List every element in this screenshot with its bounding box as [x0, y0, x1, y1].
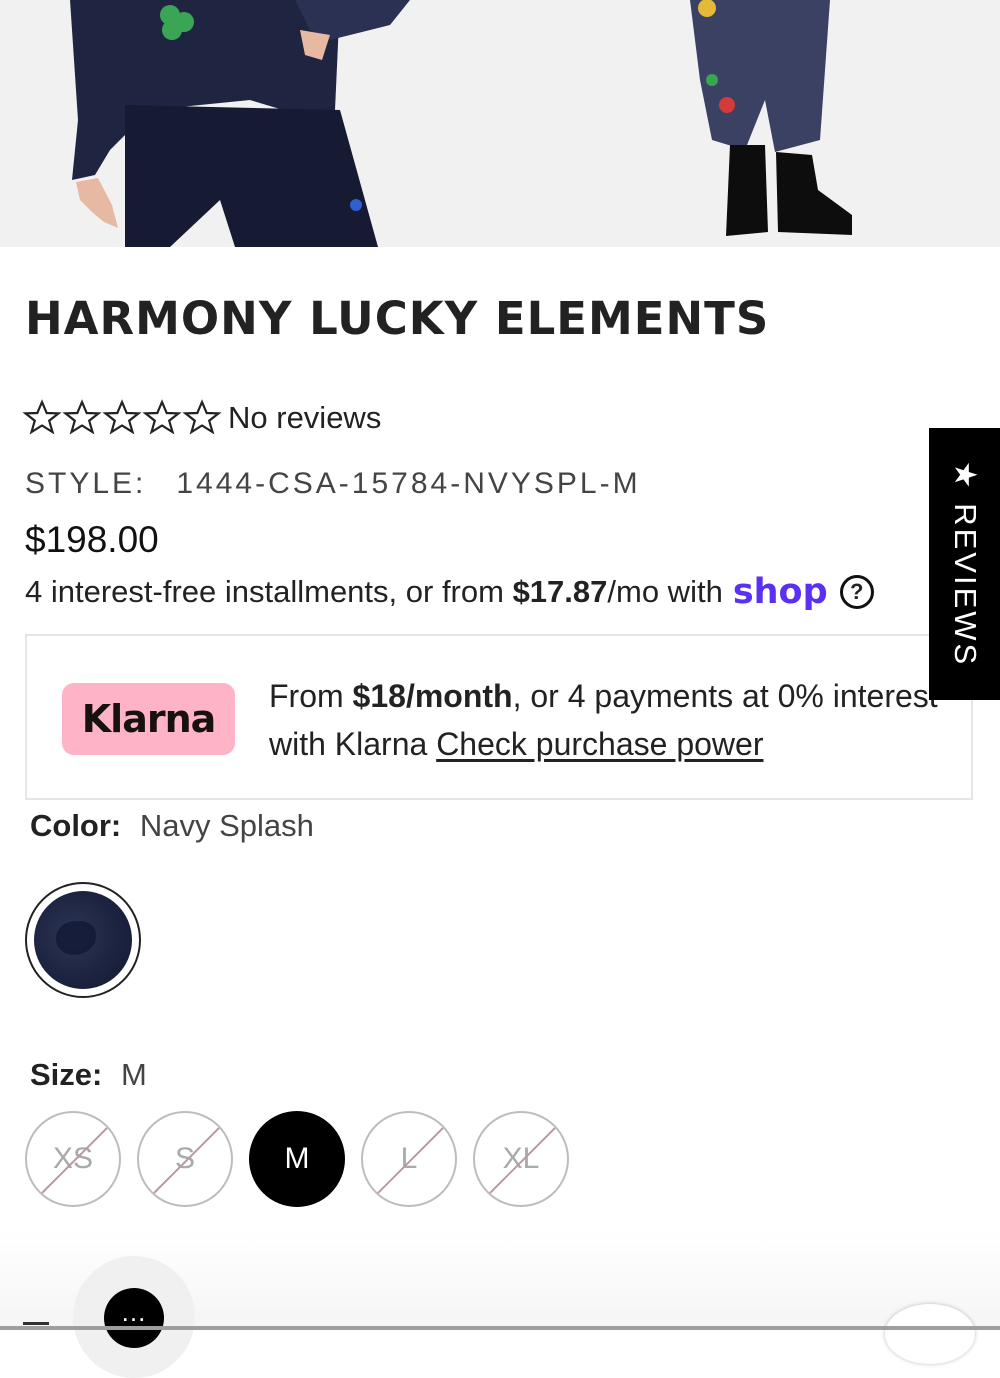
product-title: HARMONY LUCKY ELEMENTS: [25, 292, 770, 345]
shop-pay-installments: 4 interest-free installments, or from $1…: [25, 572, 874, 612]
size-option-m[interactable]: M: [249, 1111, 345, 1207]
style-value: 1444-CSA-15784-NVYSPL-M: [176, 467, 641, 500]
klarna-promo: Klarna From $18/month, or 4 payments at …: [25, 634, 973, 800]
klarna-text-pre: From: [269, 678, 353, 714]
reviews-tab-label: ★ REVIEWS: [947, 460, 983, 668]
swatch-image: [34, 891, 132, 989]
size-option-s[interactable]: S: [137, 1111, 233, 1207]
star-icon: [22, 399, 62, 435]
size-selector-label: Size: M: [30, 1057, 147, 1093]
star-icon: [182, 399, 222, 435]
color-label: Color:: [30, 808, 122, 843]
size-label: Size:: [30, 1057, 103, 1092]
klarna-amount: $18/month: [352, 678, 513, 714]
star-icon: [102, 399, 142, 435]
color-selector-label: Color: Navy Splash: [30, 808, 314, 844]
product-image[interactable]: [0, 0, 1000, 247]
klarna-message: From $18/month, or 4 payments at 0% inte…: [269, 672, 949, 768]
help-icon[interactable]: ?: [839, 575, 874, 609]
star-icon: [142, 399, 182, 435]
style-label: STYLE:: [25, 467, 147, 500]
size-option-l[interactable]: L: [361, 1111, 457, 1207]
star-icon: [62, 399, 102, 435]
color-swatch-navy-splash[interactable]: [25, 882, 141, 998]
floating-action-button[interactable]: [885, 1304, 975, 1364]
product-photo-illustration: [70, 0, 852, 247]
color-value: Navy Splash: [139, 808, 314, 843]
size-option-xs[interactable]: XS: [25, 1111, 121, 1207]
chat-icon[interactable]: ...: [104, 1288, 164, 1348]
shop-pay-text-after: /mo with: [607, 574, 723, 609]
menu-hint-icon: [23, 1322, 49, 1325]
bottom-divider: [0, 1326, 1000, 1330]
size-value: M: [120, 1057, 147, 1092]
product-price: $198.00: [25, 519, 159, 560]
shop-pay-logo: shop: [732, 572, 828, 612]
reviews-side-tab[interactable]: ★ REVIEWS: [929, 428, 1000, 700]
size-options: XS S M L XL: [25, 1111, 585, 1207]
size-option-xl[interactable]: XL: [473, 1111, 569, 1207]
style-number: STYLE: 1444-CSA-15784-NVYSPL-M: [25, 467, 641, 501]
shop-pay-text-before: 4 interest-free installments, or from: [25, 574, 513, 609]
rating-text: No reviews: [228, 400, 382, 435]
klarna-logo: Klarna: [62, 683, 235, 755]
rating-summary[interactable]: No reviews: [22, 398, 381, 438]
shop-pay-amount: $17.87: [512, 574, 608, 609]
check-purchase-power-link[interactable]: Check purchase power: [436, 726, 763, 762]
